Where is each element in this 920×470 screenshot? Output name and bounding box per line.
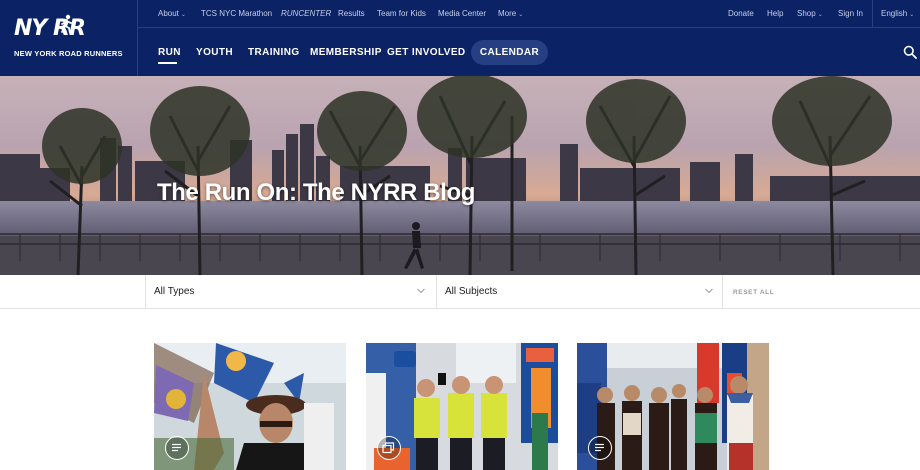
utility-link-media-center[interactable]: Media Center xyxy=(438,9,486,18)
utility-link-results[interactable]: Results xyxy=(338,9,365,18)
utility-nav: About ⌄ TCS NYC Marathon RUNCENTER Result… xyxy=(138,0,920,28)
chevron-down-icon: ⌄ xyxy=(180,12,186,18)
subjects-filter-dropdown[interactable]: All Subjects xyxy=(436,275,722,308)
utility-divider xyxy=(872,0,873,28)
language-selector[interactable]: English ⌄ xyxy=(881,9,914,18)
blog-card[interactable] xyxy=(577,343,769,470)
nav-item-membership[interactable]: MEMBERSHIP xyxy=(310,47,382,58)
utility-link-marathon[interactable]: TCS NYC Marathon xyxy=(201,9,272,18)
utility-link-shop[interactable]: Shop ⌄ xyxy=(797,9,823,18)
nav-item-run[interactable]: RUN xyxy=(158,47,181,58)
chevron-down-icon xyxy=(417,288,425,294)
hero-banner: The Run On: The NYRR Blog xyxy=(0,76,920,275)
types-filter-value: All Types xyxy=(154,286,195,297)
chevron-down-icon xyxy=(705,288,713,294)
hero-background-image xyxy=(0,76,920,275)
chevron-down-icon: ⌄ xyxy=(909,12,915,18)
subjects-filter-value: All Subjects xyxy=(445,286,498,297)
runner-logo-icon xyxy=(61,14,72,34)
gallery-icon xyxy=(377,436,401,460)
search-icon[interactable] xyxy=(903,45,917,59)
types-filter-dropdown[interactable]: All Types xyxy=(145,275,436,308)
chevron-down-icon: ⌄ xyxy=(817,12,823,18)
filter-bar: All Types All Subjects RESET ALL xyxy=(0,275,920,309)
utility-link-about[interactable]: About ⌄ xyxy=(158,9,186,18)
logo-link[interactable]: NY RR NEW YORK ROAD RUNNERS xyxy=(0,0,138,76)
logo-wordmark: NY RR xyxy=(14,16,86,41)
utility-link-runcenter[interactable]: RUNCENTER xyxy=(281,9,331,18)
filter-divider xyxy=(722,275,723,308)
main-nav: RUN YOUTH TRAINING MEMBERSHIP GET INVOLV… xyxy=(138,28,920,76)
nav-item-youth[interactable]: YOUTH xyxy=(196,47,233,58)
utility-link-team-for-kids[interactable]: Team for Kids xyxy=(377,9,426,18)
reset-all-button[interactable]: RESET ALL xyxy=(733,289,774,296)
calendar-button[interactable]: CALENDAR xyxy=(471,40,548,65)
active-nav-indicator xyxy=(158,62,177,64)
blog-card[interactable] xyxy=(366,343,558,470)
logo-subtitle: NEW YORK ROAD RUNNERS xyxy=(14,49,123,58)
utility-link-donate[interactable]: Donate xyxy=(728,9,754,18)
nav-item-training[interactable]: TRAINING xyxy=(248,47,300,58)
site-header: NY RR NEW YORK ROAD RUNNERS About ⌄ TCS N… xyxy=(0,0,920,76)
utility-link-more[interactable]: More ⌄ xyxy=(498,9,523,18)
nav-item-get-involved[interactable]: GET INVOLVED xyxy=(387,47,466,58)
page-title: The Run On: The NYRR Blog xyxy=(157,179,475,206)
chevron-down-icon: ⌄ xyxy=(518,12,524,18)
blog-card[interactable] xyxy=(154,343,346,470)
article-icon xyxy=(588,436,612,460)
utility-link-help[interactable]: Help xyxy=(767,9,783,18)
article-icon xyxy=(165,436,189,460)
utility-link-sign-in[interactable]: Sign In xyxy=(838,9,863,18)
